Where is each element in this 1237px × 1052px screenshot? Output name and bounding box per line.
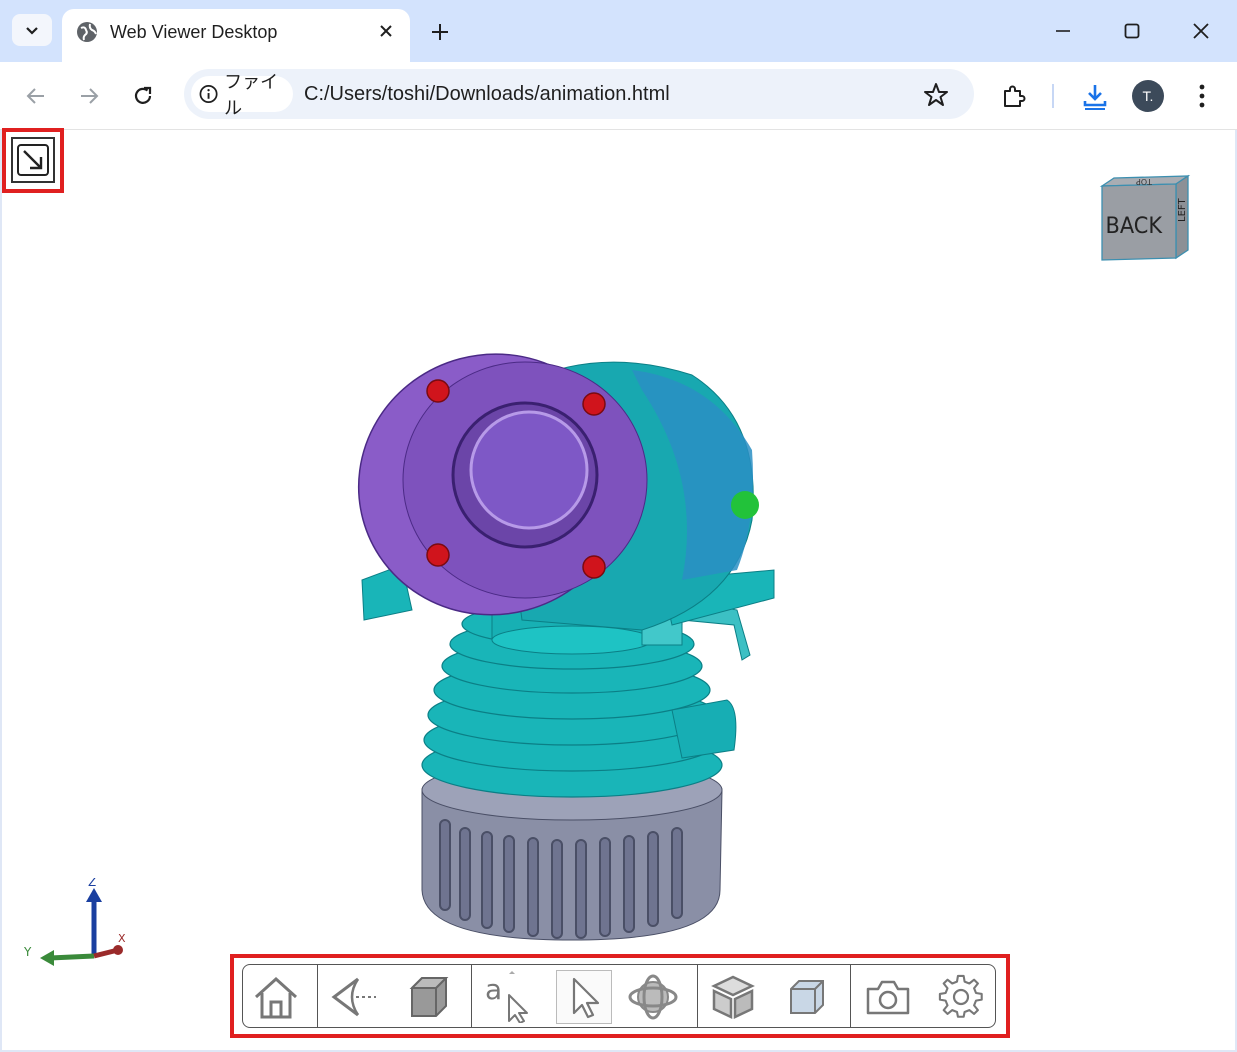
orbit-button[interactable]: [625, 970, 681, 1024]
globe-favicon-icon: [77, 22, 97, 42]
kebab-menu-icon: [1199, 84, 1205, 108]
minimize-button[interactable]: [1043, 14, 1083, 48]
maximize-button[interactable]: [1112, 14, 1152, 48]
tab-search-button[interactable]: [12, 14, 52, 46]
settings-button[interactable]: [933, 970, 989, 1024]
cad-model[interactable]: [342, 280, 792, 945]
plus-icon: [432, 24, 448, 40]
window-close-button[interactable]: [1181, 14, 1221, 48]
shaded-cube-icon: [409, 977, 449, 1017]
address-bar[interactable]: ファイル C:/Users/toshi/Downloads/animation.…: [184, 69, 974, 119]
home-icon: [254, 976, 298, 1019]
expand-button[interactable]: [11, 137, 55, 183]
explode-button[interactable]: [705, 970, 761, 1024]
url-text[interactable]: C:/Users/toshi/Downloads/animation.html: [304, 83, 670, 106]
extensions-button[interactable]: [994, 76, 1034, 116]
cutting-plane-icon: [790, 980, 824, 1014]
snapshot-camera-icon: [866, 980, 910, 1015]
expand-button-highlight: [2, 128, 64, 193]
navigation-cube[interactable]: TOP BACK LEFT: [1092, 172, 1192, 267]
maximize-icon: [1124, 23, 1140, 39]
settings-gear-icon: [938, 974, 983, 1018]
toolbar-divider: [1052, 84, 1054, 108]
svg-text:a: a: [485, 973, 502, 1006]
chip-label: ファイル: [224, 72, 279, 118]
shaded-view-button[interactable]: [401, 970, 457, 1024]
triad-z-label: Z: [88, 878, 96, 889]
home-button[interactable]: [248, 970, 304, 1024]
camera-view-icon: [331, 977, 376, 1017]
triad-y-label: Y: [23, 945, 32, 959]
3d-viewport[interactable]: TOP BACK LEFT Z Y X a: [2, 128, 1235, 1050]
camera-view-button[interactable]: [325, 970, 381, 1024]
puzzle-icon: [1004, 85, 1026, 107]
expand-arrow-icon: [17, 144, 49, 176]
annotate-select-button[interactable]: a: [479, 970, 535, 1024]
cutting-plane-button[interactable]: [779, 970, 835, 1024]
info-icon: [199, 85, 218, 103]
viewer-toolbar: a: [242, 964, 996, 1028]
tab-strip: Web Viewer Desktop: [0, 0, 1237, 62]
axis-triad: Z Y X: [23, 878, 126, 966]
reload-icon: [134, 86, 152, 104]
navcube-top-label: TOP: [1136, 177, 1153, 186]
tab-close-button[interactable]: [374, 19, 398, 43]
arrow-left-icon: [26, 88, 44, 104]
toolbar-separator: [471, 965, 472, 1027]
snapshot-button[interactable]: [860, 970, 916, 1024]
arrow-right-icon: [81, 88, 99, 104]
toolbar-separator: [317, 965, 318, 1027]
site-info-chip[interactable]: ファイル: [191, 72, 293, 118]
back-button[interactable]: [16, 76, 56, 116]
navcube-front-label: BACK: [1106, 214, 1163, 240]
annotate-select-icon: a: [485, 971, 528, 1023]
navcube-side-label: LEFT: [1177, 198, 1188, 222]
toolbar-separator: [850, 965, 851, 1027]
close-icon: [1193, 23, 1209, 39]
explode-model-icon: [711, 975, 755, 1019]
chevron-down-icon: [26, 27, 38, 35]
downloads-button[interactable]: [1075, 76, 1115, 116]
toolbar-separator: [697, 965, 698, 1027]
forward-button[interactable]: [69, 76, 109, 116]
menu-button[interactable]: [1182, 76, 1222, 116]
active-tab[interactable]: Web Viewer Desktop: [62, 9, 410, 62]
orbit-icon: [628, 974, 678, 1020]
select-button[interactable]: [556, 970, 612, 1024]
browser-toolbar: ファイル C:/Users/toshi/Downloads/animation.…: [0, 62, 1237, 130]
new-tab-button[interactable]: [424, 16, 456, 48]
triad-x-label: X: [118, 932, 126, 945]
tab-title: Web Viewer Desktop: [110, 22, 278, 42]
minimize-icon: [1056, 30, 1070, 32]
bookmark-star-icon[interactable]: [922, 81, 950, 109]
reload-button[interactable]: [123, 76, 163, 116]
select-pointer-icon: [572, 977, 600, 1019]
profile-avatar[interactable]: T.: [1132, 80, 1164, 112]
close-icon: [380, 25, 392, 37]
download-icon: [1083, 85, 1107, 110]
